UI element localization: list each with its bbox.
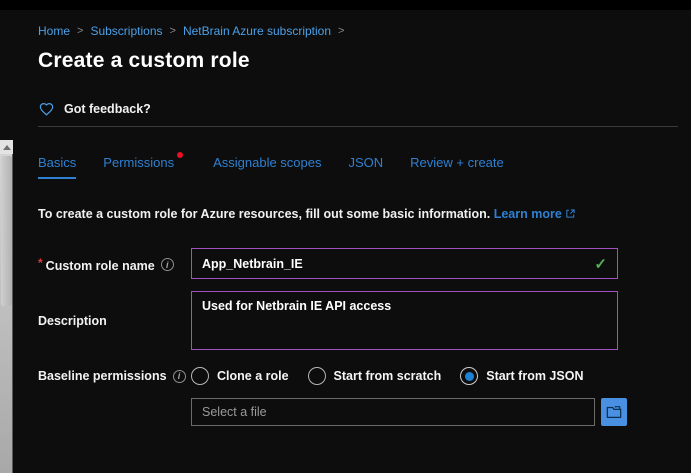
- radio-unselected-icon: [191, 367, 209, 385]
- scroll-up-button[interactable]: [0, 140, 13, 154]
- description-label-group: Description: [38, 291, 191, 328]
- left-scrollbar[interactable]: [0, 140, 13, 473]
- scroll-up-arrow-icon: [3, 145, 11, 150]
- description-label: Description: [38, 314, 107, 328]
- create-custom-role-panel: Home > Subscriptions > NetBrain Azure su…: [38, 10, 678, 426]
- tab-review-create[interactable]: Review + create: [410, 155, 504, 179]
- basics-form: Custom role name Description Used for Ne…: [38, 248, 678, 426]
- scrollbar-thumb[interactable]: [1, 156, 12, 306]
- section-divider: [38, 126, 678, 127]
- unsaved-changes-dot-icon: [177, 152, 183, 158]
- radio-start-from-scratch[interactable]: Start from scratch: [308, 367, 442, 385]
- radio-clone-a-role-label: Clone a role: [217, 369, 289, 383]
- external-link-icon: [565, 208, 576, 222]
- baseline-permissions-row: Baseline permissions Clone a role Start …: [38, 367, 678, 385]
- page-title: Create a custom role: [38, 49, 678, 73]
- radio-start-from-json-label: Start from JSON: [486, 369, 583, 383]
- description-textarea[interactable]: Used for Netbrain IE API access: [191, 291, 618, 350]
- custom-role-name-input[interactable]: [202, 257, 594, 271]
- got-feedback-label: Got feedback?: [64, 102, 151, 116]
- folder-icon: [606, 405, 622, 419]
- radio-start-from-json[interactable]: Start from JSON: [460, 367, 583, 385]
- baseline-permissions-options: Clone a role Start from scratch Start fr…: [191, 367, 583, 385]
- file-picker-field: [191, 398, 595, 426]
- got-feedback-button[interactable]: Got feedback?: [38, 101, 678, 117]
- info-icon[interactable]: [173, 370, 186, 383]
- breadcrumb-netbrain-subscription[interactable]: NetBrain Azure subscription: [183, 24, 331, 38]
- breadcrumb-home[interactable]: Home: [38, 24, 70, 38]
- tab-assignable-scopes[interactable]: Assignable scopes: [213, 155, 321, 179]
- heart-icon: [38, 101, 55, 117]
- breadcrumb-chevron-icon: >: [170, 25, 176, 37]
- breadcrumb-subscriptions[interactable]: Subscriptions: [90, 24, 162, 38]
- breadcrumb-chevron-icon: >: [77, 25, 83, 37]
- description-row: Description Used for Netbrain IE API acc…: [38, 291, 678, 350]
- radio-clone-a-role[interactable]: Clone a role: [191, 367, 289, 385]
- breadcrumb-chevron-icon: >: [338, 25, 344, 37]
- intro-description: To create a custom role for Azure resour…: [38, 207, 490, 221]
- breadcrumb: Home > Subscriptions > NetBrain Azure su…: [38, 10, 678, 38]
- window-top-bar: [0, 0, 691, 10]
- custom-role-name-field: [191, 248, 618, 279]
- browse-file-button[interactable]: [601, 398, 627, 426]
- custom-role-name-label-group: Custom role name: [38, 248, 191, 273]
- learn-more-link[interactable]: Learn more: [494, 207, 562, 221]
- baseline-permissions-label: Baseline permissions: [38, 369, 167, 383]
- file-picker-input[interactable]: [202, 405, 584, 419]
- radio-unselected-icon: [308, 367, 326, 385]
- baseline-permissions-label-group: Baseline permissions: [38, 369, 191, 383]
- tab-bar: Basics Permissions Assignable scopes JSO…: [38, 155, 678, 179]
- custom-role-name-label: Custom role name: [38, 256, 155, 273]
- file-picker-row: [38, 398, 678, 426]
- info-icon[interactable]: [161, 258, 174, 271]
- tab-permissions-label: Permissions: [103, 155, 174, 170]
- tab-permissions[interactable]: Permissions: [103, 155, 174, 179]
- radio-start-from-scratch-label: Start from scratch: [334, 369, 442, 383]
- valid-check-icon: [594, 255, 607, 273]
- custom-role-name-row: Custom role name: [38, 248, 678, 279]
- tab-json[interactable]: JSON: [349, 155, 384, 179]
- intro-text: To create a custom role for Azure resour…: [38, 207, 678, 222]
- tab-basics[interactable]: Basics: [38, 155, 76, 179]
- radio-selected-icon: [460, 367, 478, 385]
